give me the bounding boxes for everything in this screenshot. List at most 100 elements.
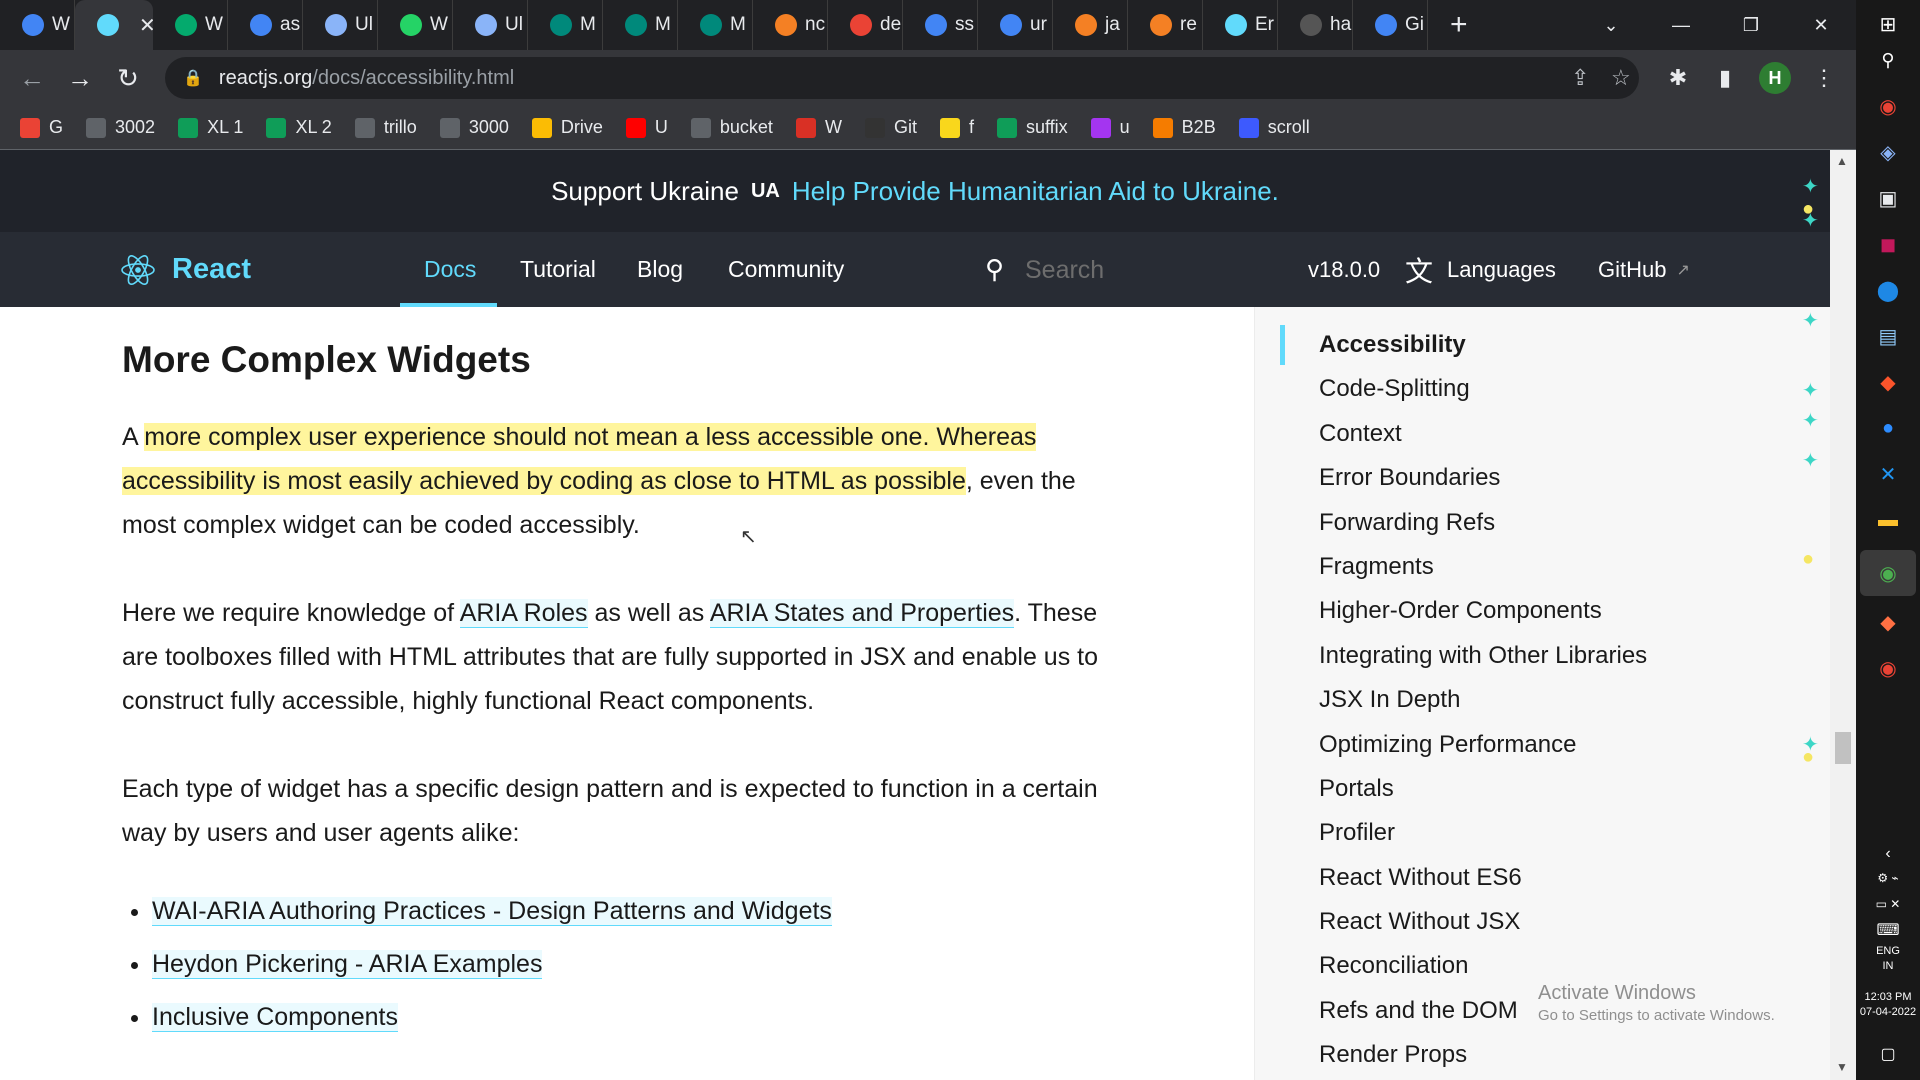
browser-tab[interactable]: re: [1128, 0, 1203, 50]
language-indicator[interactable]: ENG IN: [1856, 944, 1920, 974]
bookmark-item[interactable]: 3000: [439, 117, 509, 138]
banner-link[interactable]: Help Provide Humanitarian Aid to Ukraine…: [792, 176, 1279, 207]
sidebar-item[interactable]: Integrating with Other Libraries: [1319, 634, 1647, 678]
bookmark-item[interactable]: G: [20, 117, 63, 138]
app-icon[interactable]: ◈: [1872, 136, 1904, 168]
bookmark-star-icon[interactable]: ☆: [1611, 57, 1631, 99]
nav-docs[interactable]: Docs: [424, 232, 476, 307]
zoom-icon[interactable]: ●: [1872, 412, 1904, 444]
sidebar-item[interactable]: Higher-Order Components: [1319, 589, 1647, 633]
bookmark-item[interactable]: Git: [864, 117, 917, 138]
sidebar-item[interactable]: Optimizing Performance: [1319, 723, 1647, 767]
chrome-active-icon[interactable]: ◉: [1860, 550, 1916, 596]
bookmark-item[interactable]: XL 1: [178, 117, 243, 138]
bookmark-item[interactable]: Drive: [531, 117, 603, 138]
browser-tab[interactable]: ha: [1278, 0, 1353, 50]
keyboard-icon[interactable]: ⌨: [1872, 914, 1904, 946]
close-tab-icon[interactable]: ✕: [139, 13, 153, 38]
inclusive-components-link[interactable]: Inclusive Components: [152, 1003, 398, 1032]
close-window-icon[interactable]: ✕: [1786, 0, 1856, 50]
side-panel-icon[interactable]: ▮: [1705, 58, 1745, 98]
bookmark-item[interactable]: suffix: [996, 117, 1068, 138]
nav-blog[interactable]: Blog: [637, 232, 683, 307]
reload-icon[interactable]: ↻: [104, 54, 152, 102]
browser-tab[interactable]: Gi: [1353, 0, 1428, 50]
git-icon[interactable]: ◆: [1872, 606, 1904, 638]
notepad-icon[interactable]: ▤: [1872, 320, 1904, 352]
sidebar-item[interactable]: JSX In Depth: [1319, 678, 1647, 722]
sidebar-item[interactable]: Code-Splitting: [1319, 367, 1647, 411]
search-input[interactable]: [1025, 250, 1245, 290]
windows-start-icon[interactable]: ⊞: [1872, 8, 1904, 40]
file-explorer-icon[interactable]: ▬: [1872, 504, 1904, 536]
tab-search-icon[interactable]: ⌄: [1576, 0, 1646, 50]
bookmark-item[interactable]: 3002: [86, 117, 155, 138]
sidebar-item[interactable]: Context: [1319, 412, 1647, 456]
browser-tab[interactable]: de: [828, 0, 903, 50]
browser-tab[interactable]: nc: [753, 0, 828, 50]
maps-icon[interactable]: ⬤: [1872, 274, 1904, 306]
vscode-icon[interactable]: ✕: [1872, 458, 1904, 490]
browser-tab[interactable]: Ul: [453, 0, 528, 50]
scroll-up-arrow-icon[interactable]: ▲: [1836, 154, 1848, 168]
browser-tab[interactable]: M: [528, 0, 603, 50]
clock[interactable]: 12:03 PM 07-04-2022: [1856, 990, 1920, 1020]
browser-tab[interactable]: ss: [903, 0, 978, 50]
sidebar-item[interactable]: Accessibility: [1319, 323, 1647, 367]
browser-tab[interactable]: as: [228, 0, 303, 50]
menu-kebab-icon[interactable]: ⋮: [1804, 58, 1844, 98]
chrome-profile-icon[interactable]: ◉: [1872, 652, 1904, 684]
back-arrow-icon[interactable]: ←: [8, 54, 56, 102]
scroll-thumb[interactable]: [1835, 732, 1851, 764]
react-logo[interactable]: React: [120, 232, 251, 307]
browser-tab[interactable]: M: [678, 0, 753, 50]
browser-tab[interactable]: W: [153, 0, 228, 50]
bookmark-item[interactable]: U: [625, 117, 668, 138]
sidebar-item[interactable]: Render Props: [1319, 1033, 1647, 1077]
sidebar-item[interactable]: Profiler: [1319, 811, 1647, 855]
browser-tab[interactable]: M: [603, 0, 678, 50]
browser-tab[interactable]: W: [0, 0, 75, 50]
heydon-link[interactable]: Heydon Pickering - ARIA Examples: [152, 950, 543, 979]
browser-tab[interactable]: ja: [1053, 0, 1128, 50]
restore-icon[interactable]: ❐: [1716, 0, 1786, 50]
nav-tutorial[interactable]: Tutorial: [520, 232, 596, 307]
profile-avatar[interactable]: H: [1759, 62, 1791, 94]
browser-tab[interactable]: W: [378, 0, 453, 50]
bookmark-item[interactable]: XL 2: [266, 117, 332, 138]
sidebar-item[interactable]: React Without JSX: [1319, 900, 1647, 944]
sidebar-item[interactable]: Portals: [1319, 767, 1647, 811]
bookmark-item[interactable]: bucket: [690, 117, 773, 138]
minimize-icon[interactable]: —: [1646, 0, 1716, 50]
browser-tab[interactable]: ✕: [75, 0, 153, 50]
browser-tab[interactable]: Er: [1203, 0, 1278, 50]
bookmark-item[interactable]: W: [795, 117, 842, 138]
scroll-down-arrow-icon[interactable]: ▼: [1836, 1060, 1848, 1074]
bookmark-item[interactable]: trillo: [354, 117, 417, 138]
browser-tab[interactable]: Ul: [303, 0, 378, 50]
notification-icon[interactable]: ▢: [1872, 1038, 1904, 1070]
sidebar-item[interactable]: Forwarding Refs: [1319, 501, 1647, 545]
aria-states-link[interactable]: ARIA States and Properties: [709, 599, 1015, 628]
chrome-icon[interactable]: ◉: [1872, 90, 1904, 122]
intellij-icon[interactable]: ◼: [1872, 228, 1904, 260]
forward-arrow-icon[interactable]: →: [56, 54, 104, 102]
photos-icon[interactable]: ▣: [1872, 182, 1904, 214]
browser-tab[interactable]: ur: [978, 0, 1053, 50]
bookmark-item[interactable]: u: [1090, 117, 1130, 138]
github-link[interactable]: GitHub ↗: [1598, 232, 1690, 307]
nav-community[interactable]: Community: [728, 232, 844, 307]
bookmark-item[interactable]: B2B: [1152, 117, 1216, 138]
page-scrollbar[interactable]: ▲ ▼: [1830, 150, 1856, 1080]
search-icon[interactable]: ⚲: [1872, 44, 1904, 76]
address-bar[interactable]: 🔒 reactjs.org/docs/accessibility.html ⇪ …: [165, 57, 1639, 99]
aria-roles-link[interactable]: ARIA Roles: [459, 599, 588, 628]
sidebar-item[interactable]: Error Boundaries: [1319, 456, 1647, 500]
sidebar-item[interactable]: Fragments: [1319, 545, 1647, 589]
languages-link[interactable]: 文 Languages: [1405, 232, 1556, 307]
wai-aria-link[interactable]: WAI-ARIA Authoring Practices - Design Pa…: [152, 897, 832, 926]
extensions-icon[interactable]: ✱: [1658, 58, 1698, 98]
new-tab-button[interactable]: +: [1450, 8, 1468, 42]
bookmark-item[interactable]: f: [939, 117, 974, 138]
bookmark-item[interactable]: scroll: [1238, 117, 1310, 138]
